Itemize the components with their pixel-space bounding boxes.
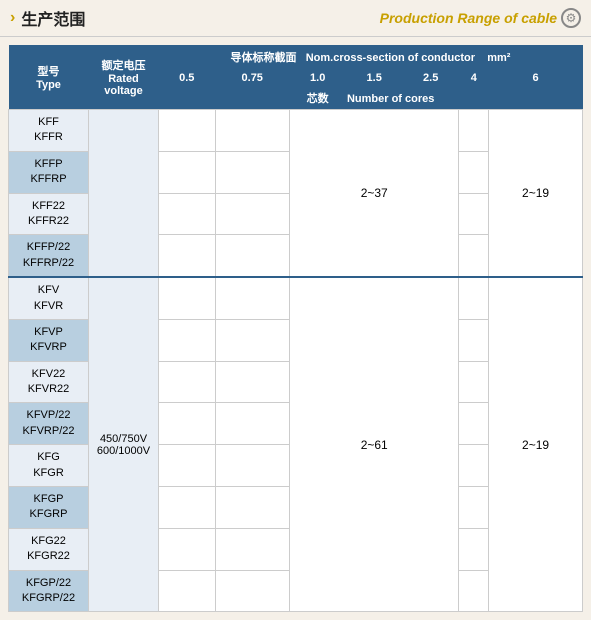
th-type: 型号 Type [9, 45, 89, 110]
type-kfg: KFGKFGR [9, 445, 89, 487]
th-size-15: 1.5 [346, 69, 403, 87]
data-cell [215, 403, 289, 445]
data-cell [215, 110, 289, 152]
gear-icon: ⚙ [561, 8, 581, 28]
data-cell [215, 445, 289, 487]
title-chinese: 生产范围 [21, 6, 85, 30]
voltage-section2: 450/750V600/1000V [89, 277, 159, 612]
data-cell [459, 570, 489, 612]
type-kfgp: KFGPKFGRP [9, 487, 89, 529]
th-voltage: 额定电压 Rated voltage [89, 45, 159, 110]
data-cell [159, 361, 216, 403]
range-left-2: 2~61 [289, 277, 459, 612]
type-kfvp22: KFVP/22KFVRP/22 [9, 403, 89, 445]
data-cell [459, 235, 489, 277]
arrow-icon: › [10, 9, 15, 27]
th-size-05: 0.5 [159, 69, 216, 87]
data-cell [215, 487, 289, 529]
data-cell [159, 151, 216, 193]
type-kff22: KFF22KFFR22 [9, 193, 89, 235]
data-cell [159, 319, 216, 361]
data-cell [215, 361, 289, 403]
voltage-section1 [89, 110, 159, 278]
data-cell [215, 151, 289, 193]
production-range-table: 型号 Type 额定电压 Rated voltage 导体标称截面 Nom.cr… [8, 45, 583, 612]
type-kfvp: KFVPKFVRP [9, 319, 89, 361]
data-cell [459, 403, 489, 445]
data-cell [159, 528, 216, 570]
data-cell [159, 487, 216, 529]
table-row: KFVKFVR 450/750V600/1000V 2~61 2~19 [9, 277, 583, 319]
data-cell [215, 193, 289, 235]
header-right: Production Range of cable ⚙ [380, 8, 581, 28]
data-cell [459, 528, 489, 570]
type-kfv22: KFV22KFVR22 [9, 361, 89, 403]
type-kfgp22: KFGP/22KFGRP/22 [9, 570, 89, 612]
type-kffp22: KFFP/22KFFRP/22 [9, 235, 89, 277]
type-kfv: KFVKFVR [9, 277, 89, 319]
data-cell [159, 193, 216, 235]
type-kfg22: KFG22KFGR22 [9, 528, 89, 570]
data-cell [215, 528, 289, 570]
data-cell [215, 277, 289, 319]
th-conductor: 导体标称截面 Nom.cross-section of conductor mm… [159, 45, 583, 69]
range-right-2: 2~19 [489, 277, 583, 612]
th-size-10: 1.0 [289, 69, 346, 87]
data-cell [459, 277, 489, 319]
data-cell [159, 445, 216, 487]
table-row: KFFKFFR 2~37 2~19 [9, 110, 583, 152]
range-right-1: 2~19 [489, 110, 583, 278]
data-cell [215, 235, 289, 277]
data-cell [459, 193, 489, 235]
data-cell [159, 277, 216, 319]
type-kff: KFFKFFR [9, 110, 89, 152]
data-cell [459, 445, 489, 487]
table-container: 型号 Type 额定电压 Rated voltage 导体标称截面 Nom.cr… [0, 37, 591, 620]
header-left: › 生产范围 [10, 6, 85, 30]
data-cell [159, 403, 216, 445]
type-kffp: KFFPKFFRP [9, 151, 89, 193]
th-cores: 芯数 Number of cores [159, 87, 583, 110]
data-cell [215, 570, 289, 612]
data-cell [159, 570, 216, 612]
th-size-4: 4 [459, 69, 489, 87]
page-header: › 生产范围 Production Range of cable ⚙ [0, 0, 591, 37]
range-left-1: 2~37 [289, 110, 459, 278]
title-english: Production Range of cable [380, 10, 557, 26]
data-cell [159, 110, 216, 152]
data-cell [159, 235, 216, 277]
th-size-075: 0.75 [215, 69, 289, 87]
data-cell [459, 319, 489, 361]
data-cell [459, 151, 489, 193]
th-size-25: 2.5 [402, 69, 459, 87]
data-cell [459, 110, 489, 152]
th-size-6: 6 [489, 69, 583, 87]
data-cell [215, 319, 289, 361]
data-cell [459, 487, 489, 529]
data-cell [459, 361, 489, 403]
